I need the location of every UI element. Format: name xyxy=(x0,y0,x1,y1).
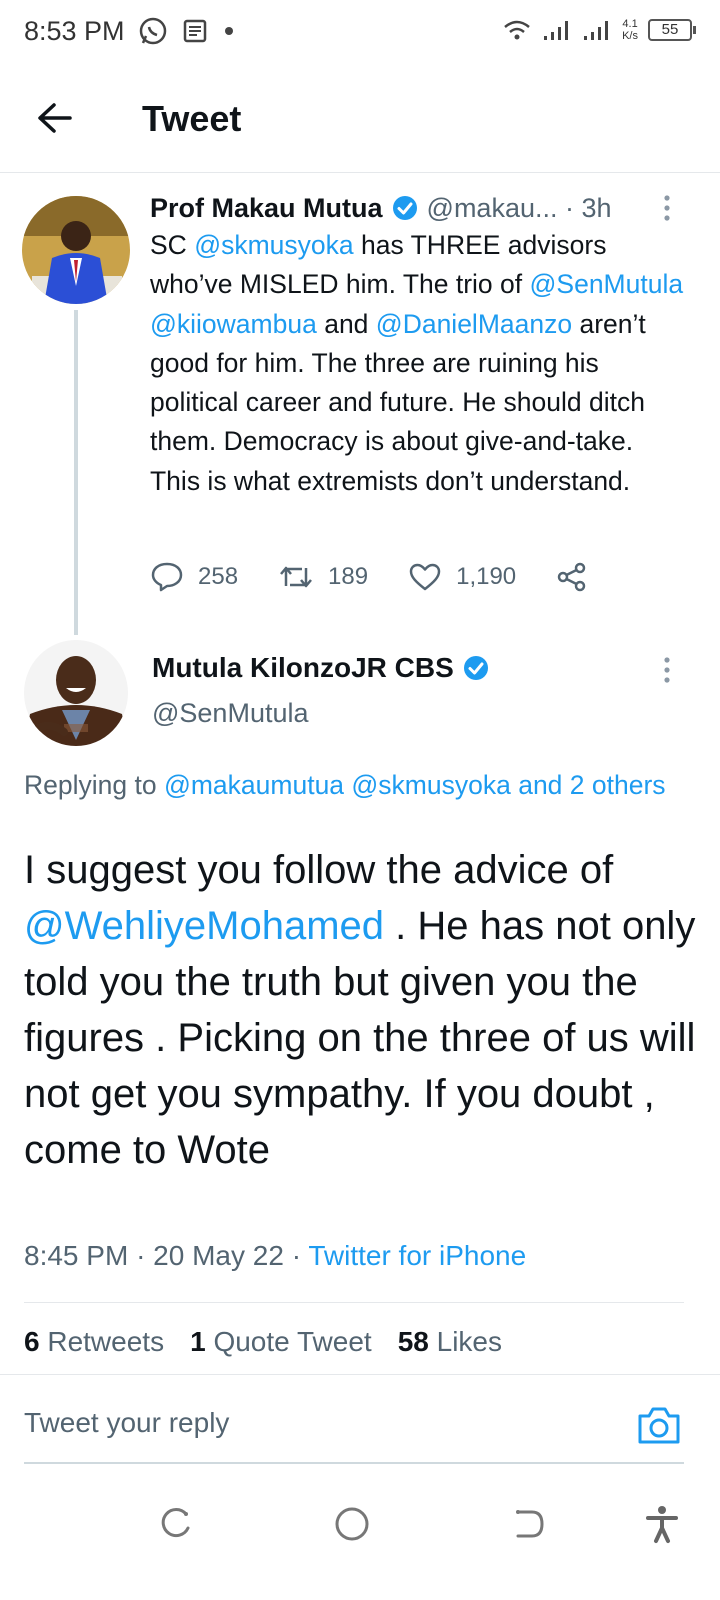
author-handle[interactable]: @SenMutula xyxy=(152,698,309,729)
author-name[interactable]: Mutula KilonzoJR CBS xyxy=(152,652,454,684)
share-button[interactable] xyxy=(556,562,588,592)
separator-dot: · xyxy=(291,1240,309,1271)
mention-link[interactable]: @skmusyoka xyxy=(194,230,353,260)
reply-underline xyxy=(24,1462,684,1464)
back-nav-button[interactable] xyxy=(508,1504,548,1544)
replying-to-label: Replying to xyxy=(24,770,157,800)
like-button[interactable]: 1,190 xyxy=(408,562,516,592)
tweet-text: SC @skmusyoka has THREE advisors who’ve … xyxy=(150,226,690,501)
arrow-left-icon xyxy=(38,103,72,133)
tweet-meta: 8:45 PM · 20 May 22 · Twitter for iPhone xyxy=(24,1240,526,1272)
heart-icon xyxy=(409,563,441,591)
author-name[interactable]: Prof Makau Mutua xyxy=(150,193,383,224)
tweet-time: 3h xyxy=(581,192,612,223)
reply-icon xyxy=(151,562,183,592)
tweet-source[interactable]: Twitter for iPhone xyxy=(308,1240,526,1271)
whatsapp-icon xyxy=(139,17,167,45)
mention-link[interactable]: @DanielMaanzo xyxy=(376,309,572,339)
like-count: 1,190 xyxy=(456,563,517,590)
battery-icon: 55 xyxy=(648,19,696,41)
home-button[interactable] xyxy=(332,1504,372,1544)
accessibility-icon xyxy=(646,1506,678,1543)
system-nav-bar xyxy=(0,1480,720,1600)
likes-stat[interactable]: 58 Likes xyxy=(398,1326,502,1358)
tweet-stats: 6 Retweets 1 Quote Tweet 58 Likes xyxy=(24,1326,502,1358)
status-notification-icons xyxy=(138,16,236,46)
tweet-actions: 258 189 1,190 xyxy=(150,558,630,596)
author-handle[interactable]: @makau... xyxy=(427,193,558,224)
more-vertical-icon xyxy=(664,195,670,221)
reply-count: 258 xyxy=(198,563,239,590)
thread-line xyxy=(74,310,78,635)
retweet-icon xyxy=(280,566,313,588)
recent-apps-button[interactable] xyxy=(156,1504,196,1544)
retweets-count: 6 xyxy=(24,1326,40,1357)
quotes-count: 1 xyxy=(190,1326,206,1357)
signal-icon xyxy=(544,21,569,40)
home-circle-icon xyxy=(335,1507,369,1541)
tweet-text-segment: I suggest you follow the advice of xyxy=(24,848,614,892)
replying-to: Replying to @makaumutua @skmusyoka and 2… xyxy=(24,766,684,806)
verified-badge-icon xyxy=(392,196,417,220)
retweet-count: 189 xyxy=(328,563,369,590)
likes-label: Likes xyxy=(436,1326,503,1357)
more-options-button[interactable] xyxy=(662,656,672,686)
tweet-text-segment: SC xyxy=(150,230,195,260)
separator-dot: · xyxy=(136,1240,154,1271)
more-vertical-icon xyxy=(664,657,670,683)
reply-input[interactable] xyxy=(24,1398,624,1448)
back-button[interactable] xyxy=(30,96,80,140)
tweet-text-segment: and xyxy=(316,308,376,339)
likes-count: 58 xyxy=(397,1326,429,1357)
retweets-stat[interactable]: 6 Retweets xyxy=(24,1326,164,1358)
divider xyxy=(24,1302,684,1303)
mention-link[interactable]: @kiiowambua xyxy=(150,309,317,339)
retweet-button[interactable]: 189 xyxy=(278,562,368,592)
share-icon xyxy=(557,562,586,592)
tweet-header: Prof Makau Mutua @makau... · 3h xyxy=(150,190,690,226)
news-icon xyxy=(183,19,207,43)
divider xyxy=(0,1374,720,1375)
avatar[interactable] xyxy=(22,196,130,304)
separator-dot: · xyxy=(557,192,582,223)
avatar[interactable] xyxy=(24,640,128,746)
reply-button[interactable]: 258 xyxy=(150,561,238,593)
status-system-icons: 4.1 K/s 55 xyxy=(502,18,696,42)
more-options-button[interactable] xyxy=(662,194,672,224)
mention-link[interactable]: @SenMutula xyxy=(530,269,684,299)
retweets-label: Retweets xyxy=(47,1326,165,1357)
verified-badge-icon xyxy=(463,656,488,680)
tweet-text: I suggest you follow the advice of @Wehl… xyxy=(24,842,704,1178)
tweet-time: 8:45 PM xyxy=(24,1240,129,1271)
author-name-row: Mutula KilonzoJR CBS xyxy=(152,652,498,684)
dot-icon xyxy=(225,27,233,35)
wifi-icon xyxy=(504,20,530,40)
quotes-label: Quote Tweet xyxy=(213,1326,372,1357)
network-speed: 4.1 K/s xyxy=(622,18,638,42)
recent-apps-icon xyxy=(161,1508,190,1538)
tweet-date: 20 May 22 xyxy=(153,1240,284,1271)
network-speed-value: 4.1 xyxy=(622,18,638,30)
accessibility-button[interactable] xyxy=(642,1504,682,1544)
network-speed-unit: K/s xyxy=(622,30,638,42)
quote-tweets-stat[interactable]: 1 Quote Tweet xyxy=(190,1326,372,1358)
signal-icon xyxy=(584,21,609,40)
camera-icon xyxy=(638,1407,680,1444)
header-divider xyxy=(0,172,720,173)
status-time: 8:53 PM xyxy=(24,16,125,46)
page-title: Tweet xyxy=(142,98,242,139)
replying-to-users[interactable]: @makaumutua @skmusyoka and 2 others xyxy=(164,770,666,800)
camera-button[interactable] xyxy=(636,1404,682,1446)
back-nav-icon xyxy=(516,1510,544,1538)
mention-link[interactable]: @WehliyeMohamed xyxy=(24,904,384,948)
